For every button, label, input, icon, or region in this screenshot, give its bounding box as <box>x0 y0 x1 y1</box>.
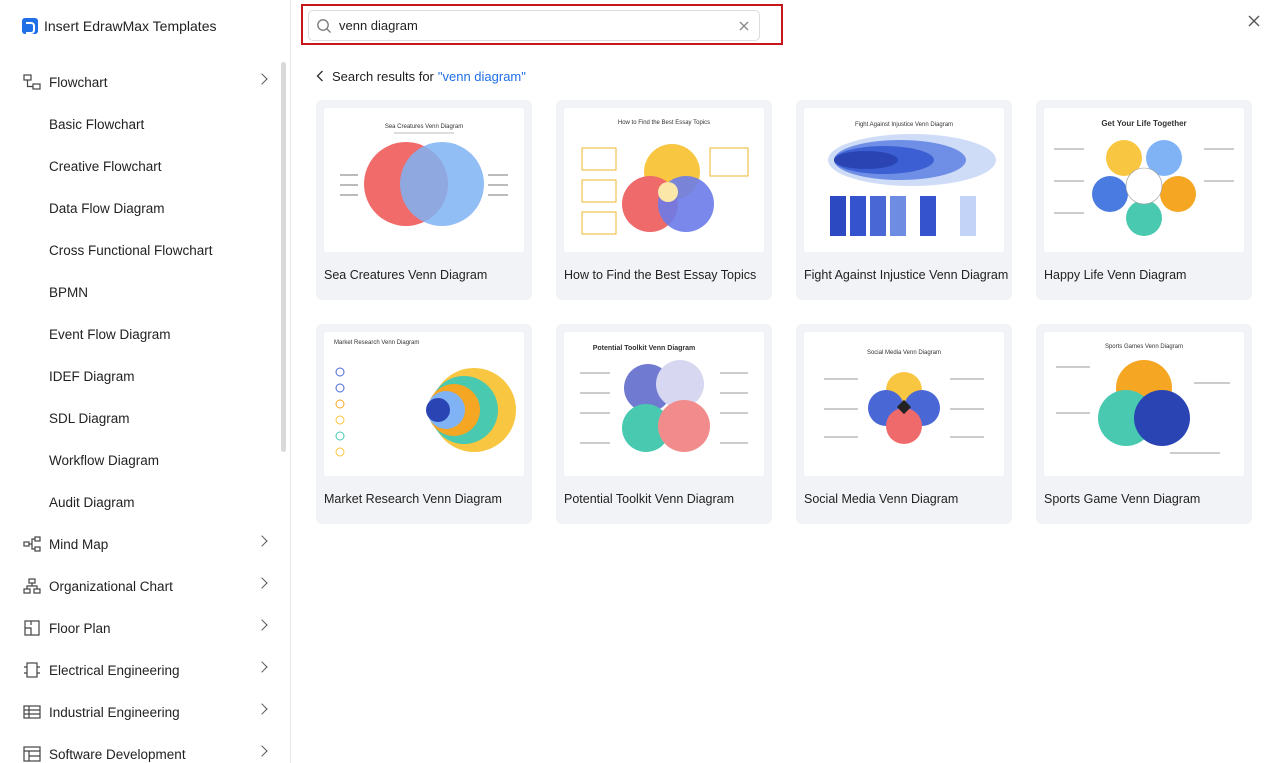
chevron-right-icon <box>256 703 268 715</box>
template-dialog: Insert EdrawMax Templates Flowchart Basi… <box>0 0 1275 763</box>
thumbnail-title: Potential Toolkit Venn Diagram <box>593 345 696 352</box>
sidebar-item-sdl-diagram[interactable]: SDL Diagram <box>0 397 280 439</box>
sidebar-item-label: Event Flow Diagram <box>49 326 171 342</box>
template-card[interactable]: Get Your Life Together Happy Life Venn D… <box>1036 100 1252 300</box>
thumbnail-title: Get Your Life Together <box>1101 119 1186 128</box>
template-thumbnail: Fight Against Injustice Venn Diagram <box>804 108 1004 252</box>
chevron-right-icon <box>256 73 268 85</box>
sidebar-item-cross-functional-flowchart[interactable]: Cross Functional Flowchart <box>0 229 280 271</box>
chevron-right-icon <box>256 745 268 757</box>
sidebar-item-flowchart[interactable]: Flowchart <box>0 61 280 103</box>
template-grid: Sea Creatures Venn Diagram Sea Creatures… <box>316 100 1252 524</box>
template-thumbnail: Market Research Venn Diagram <box>324 332 524 476</box>
thumbnail-title: Market Research Venn Diagram <box>334 340 419 346</box>
sidebar-item-workflow-diagram[interactable]: Workflow Diagram <box>0 439 280 481</box>
sidebar-item-label: Electrical Engineering <box>49 662 180 678</box>
template-name: Sea Creatures Venn Diagram <box>324 268 488 282</box>
software-icon <box>22 745 42 763</box>
template-name: Sports Game Venn Diagram <box>1044 492 1201 506</box>
sidebar-item-idef-diagram[interactable]: IDEF Diagram <box>0 355 280 397</box>
sidebar-item-organizational-chart[interactable]: Organizational Chart <box>0 565 280 607</box>
sidebar-item-label: BPMN <box>49 284 89 300</box>
sidebar-item-electrical-engineering[interactable]: Electrical Engineering <box>0 649 280 691</box>
flowchart-icon <box>22 73 42 91</box>
chevron-right-icon <box>256 535 268 547</box>
template-card[interactable]: Social Media Venn Diagram Social Media V… <box>796 324 1012 524</box>
search-icon <box>309 11 339 41</box>
sidebar-item-label: Audit Diagram <box>49 494 135 510</box>
app-title: Insert EdrawMax Templates <box>22 16 216 36</box>
template-name: Potential Toolkit Venn Diagram <box>564 492 735 506</box>
sidebar-item-label: Creative Flowchart <box>49 158 162 174</box>
template-thumbnail: Potential Toolkit Venn Diagram <box>564 332 764 476</box>
template-card[interactable]: How to Find the Best Essay Topics How to… <box>556 100 772 300</box>
thumbnail-title: Sports Games Venn Diagram <box>1105 344 1183 350</box>
sidebar-item-software-development[interactable]: Software Development <box>0 733 280 763</box>
edrawmax-logo-icon <box>22 18 38 34</box>
sidebar-item-floor-plan[interactable]: Floor Plan <box>0 607 280 649</box>
template-card[interactable]: Fight Against Injustice Venn Diagram Fig… <box>796 100 1012 300</box>
org-chart-icon <box>22 577 42 595</box>
template-card[interactable]: Sports Games Venn Diagram Sports Game Ve… <box>1036 324 1252 524</box>
template-thumbnail: Social Media Venn Diagram <box>804 332 1004 476</box>
floor-plan-icon <box>22 619 42 637</box>
sidebar-item-industrial-engineering[interactable]: Industrial Engineering <box>0 691 280 733</box>
thumbnail-title: Social Media Venn Diagram <box>867 350 941 356</box>
app-title-text: Insert EdrawMax Templates <box>44 18 217 34</box>
sidebar-item-label: IDEF Diagram <box>49 368 135 384</box>
template-thumbnail: Sea Creatures Venn Diagram <box>324 108 524 252</box>
chevron-right-icon <box>256 619 268 631</box>
results-header: Search results for "venn diagram" <box>316 68 526 84</box>
results-label: Search results for <box>332 68 434 84</box>
thumbnail-title: Sea Creatures Venn Diagram <box>385 124 463 130</box>
sidebar-item-label: Industrial Engineering <box>49 704 180 720</box>
sidebar-item-label: Floor Plan <box>49 620 111 636</box>
template-thumbnail: Sports Games Venn Diagram <box>1044 332 1244 476</box>
template-card[interactable]: Potential Toolkit Venn Diagram Potential… <box>556 324 772 524</box>
sidebar-item-label: Software Development <box>49 746 186 762</box>
close-icon[interactable] <box>1245 12 1263 30</box>
sidebar-scrollbar[interactable] <box>281 62 286 452</box>
sidebar-item-label: Data Flow Diagram <box>49 200 165 216</box>
template-card[interactable]: Market Research Venn Diagram Market Rese… <box>316 324 532 524</box>
clear-search-icon[interactable] <box>737 19 751 33</box>
back-chevron-icon[interactable] <box>316 68 326 84</box>
category-nav: Flowchart Basic Flowchart Creative Flowc… <box>0 61 280 763</box>
search-input[interactable] <box>339 18 719 33</box>
template-name: Market Research Venn Diagram <box>324 492 502 506</box>
sidebar-item-label: Organizational Chart <box>49 578 173 594</box>
sidebar-item-bpmn[interactable]: BPMN <box>0 271 280 313</box>
industrial-icon <box>22 703 42 721</box>
mind-map-icon <box>22 535 42 553</box>
sidebar-item-mind-map[interactable]: Mind Map <box>0 523 280 565</box>
template-thumbnail: Get Your Life Together <box>1044 108 1244 252</box>
template-name: How to Find the Best Essay Topics <box>564 268 757 282</box>
thumbnail-title: Fight Against Injustice Venn Diagram <box>855 122 953 128</box>
template-card[interactable]: Sea Creatures Venn Diagram Sea Creatures… <box>316 100 532 300</box>
thumbnail-title: How to Find the Best Essay Topics <box>618 120 710 126</box>
sidebar-item-label: Mind Map <box>49 536 109 552</box>
template-thumbnail: How to Find the Best Essay Topics <box>564 108 764 252</box>
electrical-icon <box>22 661 42 679</box>
sidebar-item-label: SDL Diagram <box>49 410 130 426</box>
sidebar-item-label: Workflow Diagram <box>49 452 160 468</box>
chevron-right-icon <box>256 661 268 673</box>
sidebar-item-creative-flowchart[interactable]: Creative Flowchart <box>0 145 280 187</box>
sidebar-item-basic-flowchart[interactable]: Basic Flowchart <box>0 103 280 145</box>
template-name: Happy Life Venn Diagram <box>1044 268 1187 282</box>
main-panel: Search results for "venn diagram" Sea Cr… <box>292 0 1275 763</box>
sidebar-item-label: Flowchart <box>49 74 108 90</box>
sidebar-item-event-flow-diagram[interactable]: Event Flow Diagram <box>0 313 280 355</box>
sidebar-item-data-flow-diagram[interactable]: Data Flow Diagram <box>0 187 280 229</box>
sidebar-item-label: Basic Flowchart <box>49 116 145 132</box>
sidebar-item-audit-diagram[interactable]: Audit Diagram <box>0 481 280 523</box>
sidebar-item-label: Cross Functional Flowchart <box>49 242 213 258</box>
sidebar: Insert EdrawMax Templates Flowchart Basi… <box>0 0 291 763</box>
template-name: Social Media Venn Diagram <box>804 492 959 506</box>
search-bar[interactable] <box>308 10 760 41</box>
chevron-right-icon <box>256 577 268 589</box>
results-query: "venn diagram" <box>437 68 526 84</box>
template-name: Fight Against Injustice Venn Diagram <box>804 268 1009 282</box>
